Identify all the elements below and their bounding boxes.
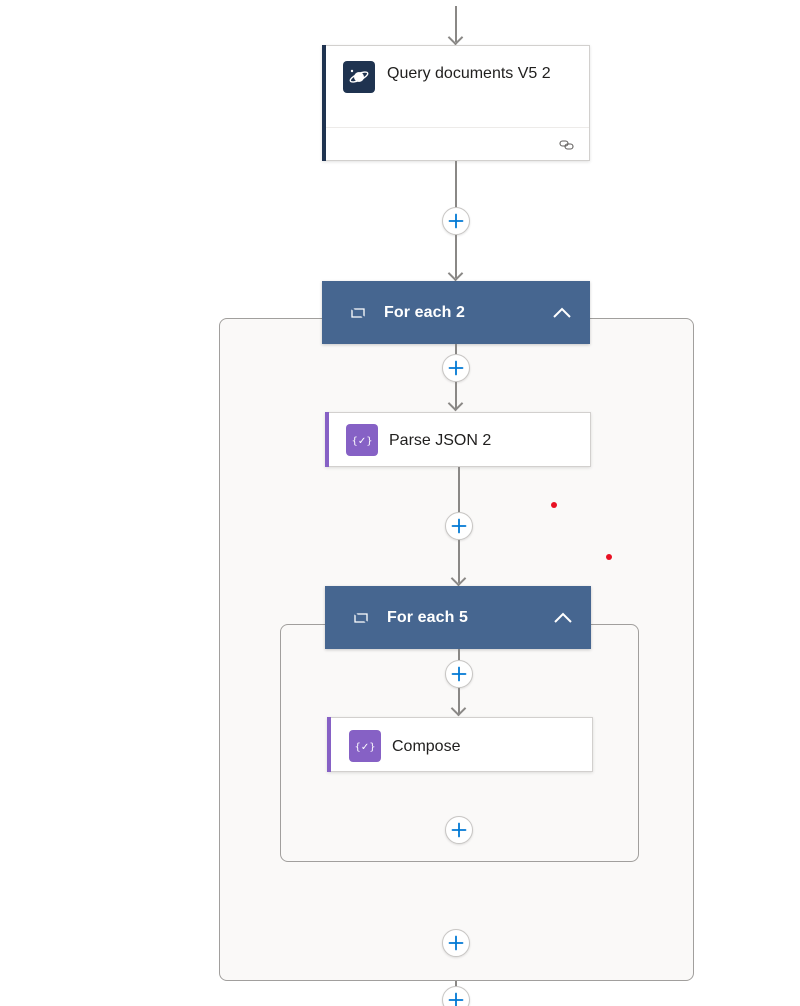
svg-text:{✓}: {✓}	[352, 436, 372, 447]
marker-dot	[606, 554, 612, 560]
loop-icon	[350, 305, 366, 321]
plus-icon	[451, 822, 467, 838]
plus-icon	[451, 666, 467, 682]
designer-canvas: Query documents V5 2 For each 2 {✓} Pars…	[8, 6, 800, 1006]
card-accent-bar	[322, 45, 326, 161]
marker-dot	[551, 502, 557, 508]
connector-line	[455, 344, 457, 354]
scope-header-for-each-5[interactable]: For each 5	[325, 586, 591, 649]
cosmos-db-planet-icon	[343, 61, 375, 93]
action-title: Parse JSON 2	[389, 432, 492, 449]
insert-step-button[interactable]	[442, 929, 470, 957]
plus-icon	[448, 213, 464, 229]
loop-icon	[353, 610, 369, 626]
insert-step-button[interactable]	[445, 512, 473, 540]
action-card-compose[interactable]: {✓} Compose	[327, 717, 593, 772]
action-card-parse-json[interactable]: {✓} Parse JSON 2	[325, 412, 591, 467]
scope-title: For each 2	[384, 303, 466, 321]
card-accent-bar	[327, 717, 331, 772]
insert-step-button[interactable]	[442, 207, 470, 235]
action-card-query-documents[interactable]: Query documents V5 2	[322, 45, 590, 161]
scope-header-for-each-2[interactable]: For each 2	[322, 281, 590, 344]
chevron-up-icon[interactable]	[553, 610, 573, 626]
plus-icon	[451, 518, 467, 534]
insert-step-button[interactable]	[442, 986, 470, 1006]
chevron-up-icon[interactable]	[552, 305, 572, 321]
card-accent-bar	[325, 412, 329, 467]
action-title: Query documents V5 2	[387, 65, 551, 82]
insert-step-button[interactable]	[442, 354, 470, 382]
plus-icon	[448, 360, 464, 376]
link-chain-icon[interactable]	[559, 138, 575, 150]
scope-title: For each 5	[387, 608, 469, 626]
connector-line	[455, 161, 457, 208]
insert-step-button[interactable]	[445, 816, 473, 844]
connector-line	[458, 649, 460, 660]
plus-icon	[448, 992, 464, 1006]
data-operation-braces-icon: {✓}	[346, 424, 378, 456]
data-operation-braces-icon: {✓}	[349, 730, 381, 762]
connector-line	[458, 467, 460, 512]
svg-text:{✓}: {✓}	[355, 742, 375, 753]
plus-icon	[448, 935, 464, 951]
action-title: Compose	[392, 738, 461, 755]
arrow-down-icon	[447, 265, 464, 282]
arrow-down-icon	[447, 29, 464, 46]
insert-step-button[interactable]	[445, 660, 473, 688]
card-footer-divider	[326, 127, 589, 128]
